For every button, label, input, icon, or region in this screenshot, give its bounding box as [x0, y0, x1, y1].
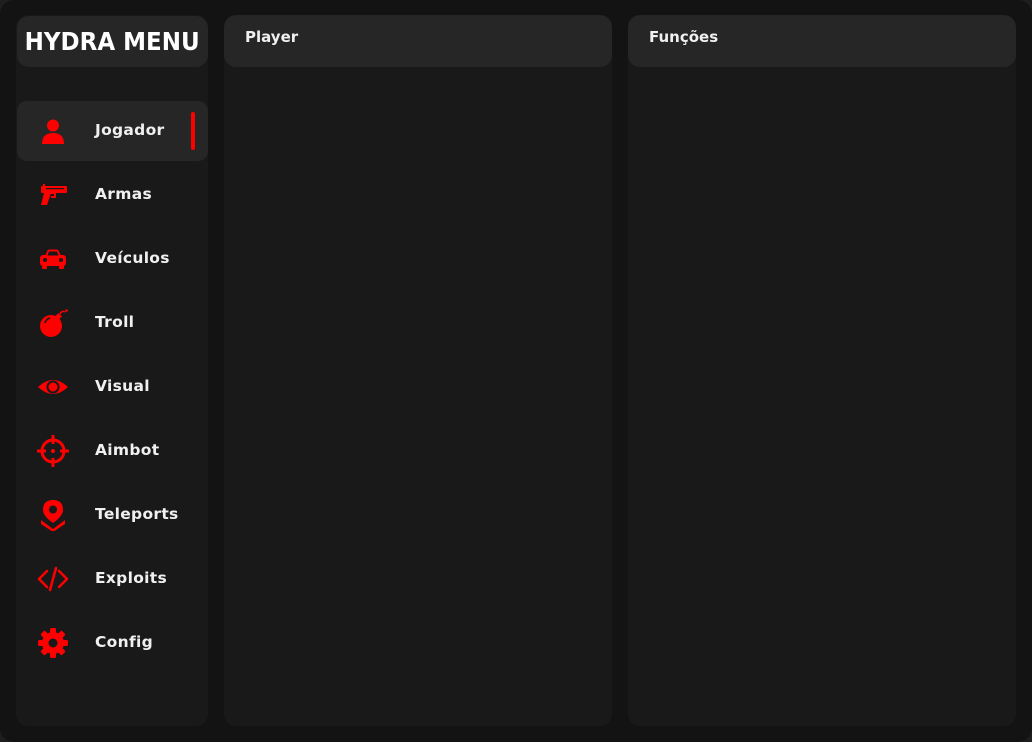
- sidebar-item-jogador[interactable]: Jogador: [17, 101, 208, 161]
- sidebar-item-label: Teleports: [95, 505, 179, 523]
- player-panel-header: Player: [224, 15, 612, 67]
- crosshair-icon: [37, 435, 69, 467]
- player-panel-title: Player: [245, 28, 299, 46]
- sidebar-item-config[interactable]: Config: [17, 613, 208, 673]
- sidebar-item-exploits[interactable]: Exploits: [17, 549, 208, 609]
- sidebar-item-aimbot[interactable]: Aimbot: [17, 421, 208, 481]
- sidebar-item-label: Exploits: [95, 569, 167, 587]
- map-pin-icon: [37, 499, 69, 532]
- bomb-icon: [37, 307, 69, 339]
- functions-panel-header: Funções: [628, 15, 1016, 67]
- functions-panel-title: Funções: [649, 28, 719, 46]
- sidebar-item-label: Veículos: [95, 249, 170, 267]
- functions-panel: Funções: [628, 15, 1016, 726]
- app-logo: HYDRA MENU: [24, 27, 201, 56]
- sidebar-item-veiculos[interactable]: Veículos: [17, 229, 208, 289]
- sidebar-item-teleports[interactable]: Teleports: [17, 485, 208, 545]
- sidebar-item-label: Aimbot: [95, 441, 160, 459]
- sidebar-item-label: Jogador: [95, 121, 165, 139]
- user-icon: [37, 115, 69, 147]
- car-icon: [37, 243, 69, 275]
- app-window: HYDRA MENU Jogador Armas Veículos Troll …: [0, 0, 1032, 742]
- eye-icon: [37, 371, 69, 403]
- gear-icon: [37, 627, 69, 659]
- sidebar-item-armas[interactable]: Armas: [17, 165, 208, 225]
- logo-box: HYDRA MENU: [17, 16, 208, 67]
- sidebar-item-label: Armas: [95, 185, 152, 203]
- active-indicator: [191, 112, 195, 150]
- sidebar-item-visual[interactable]: Visual: [17, 357, 208, 417]
- sidebar-item-label: Config: [95, 633, 154, 651]
- player-panel: Player: [224, 15, 612, 726]
- gun-icon: [37, 179, 69, 211]
- sidebar-item-troll[interactable]: Troll: [17, 293, 208, 353]
- sidebar-item-label: Troll: [95, 313, 135, 331]
- sidebar-item-label: Visual: [95, 377, 150, 395]
- code-icon: [37, 563, 69, 595]
